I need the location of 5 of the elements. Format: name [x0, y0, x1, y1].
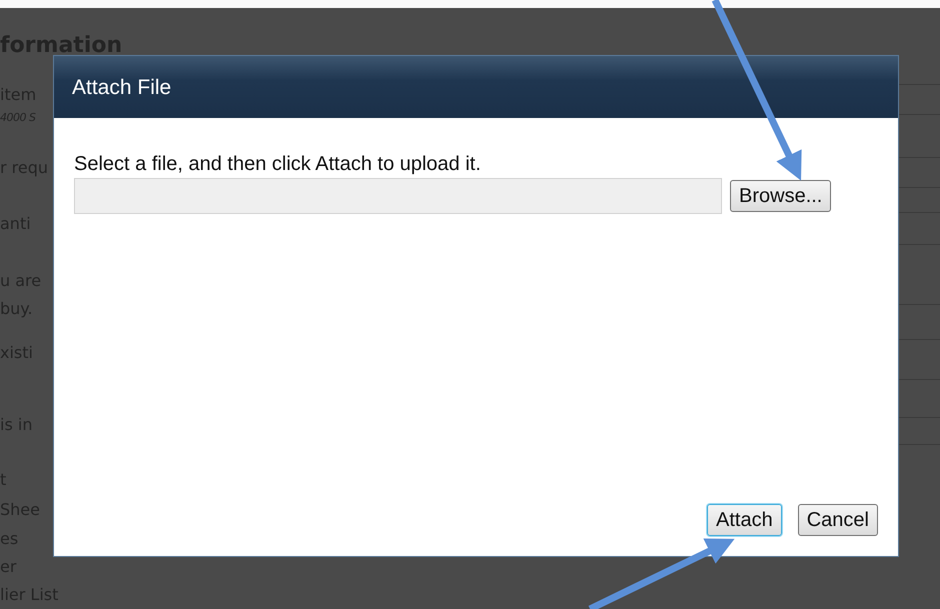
- dialog-button[interactable]: Cancel: [798, 504, 878, 536]
- dialog-title: Attach File: [54, 56, 898, 118]
- instruction-text: Select a file, and then click Attach to upload it.: [74, 154, 482, 174]
- dialog-button[interactable]: Attach: [707, 504, 782, 536]
- browse-button[interactable]: Browse...: [730, 180, 832, 212]
